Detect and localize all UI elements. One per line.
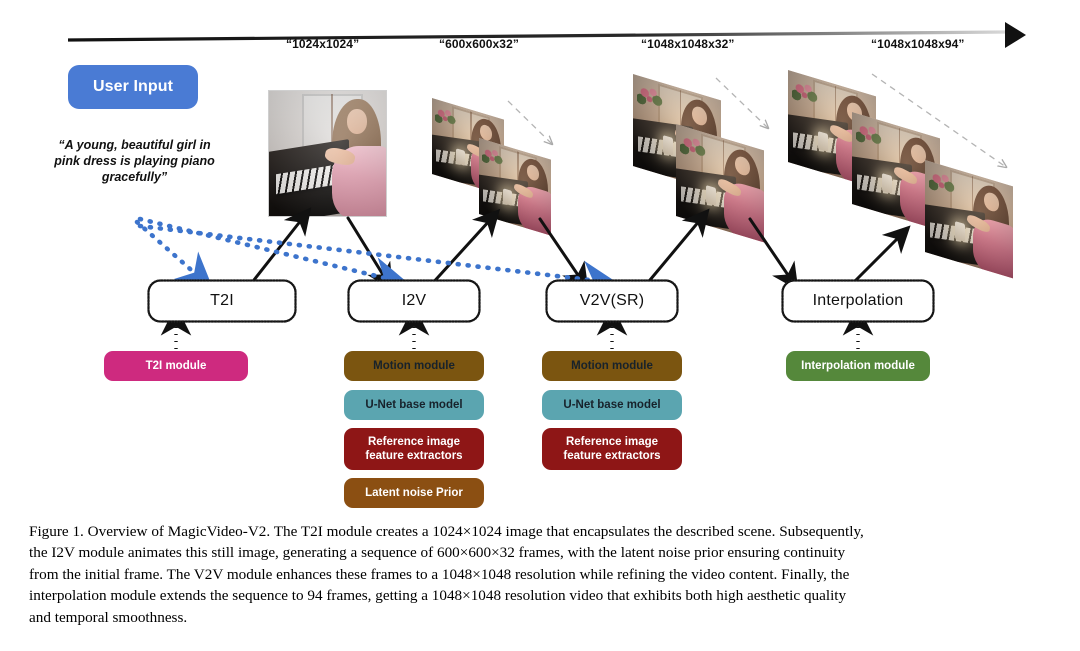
stage-label-interpolation: Interpolation [812, 292, 904, 309]
stage-label-v2v-sr: V2V(SR) [579, 292, 645, 309]
figure-caption: Figure 1. Overview of MagicVideo-V2. The… [29, 521, 1053, 628]
res-label-v2v: “1048x1048x32” [641, 37, 735, 51]
stage-box-interpolation[interactable]: Interpolation [781, 279, 935, 323]
res-label-interpolation: “1048x1048x94” [871, 37, 965, 51]
module-pill-v2v-unet[interactable]: U-Net base model [542, 390, 682, 420]
photo-scene [676, 124, 764, 243]
res-label-i2v: “600x600x32” [439, 37, 519, 51]
module-pill-i2v-unet[interactable]: U-Net base model [344, 390, 484, 420]
module-pill-v2v-reference[interactable]: Reference image feature extractors [542, 428, 682, 470]
image-t2i-output [268, 90, 387, 217]
photo-scene [925, 160, 1013, 279]
module-pill-label: Latent noise Prior [365, 487, 463, 499]
photo-scene [269, 91, 386, 216]
stage-label-t2i: T2I [210, 292, 234, 309]
module-pill-i2v-motion[interactable]: Motion module [344, 351, 484, 381]
module-connectors [160, 305, 874, 349]
module-pill-label: U-Net base model [563, 399, 661, 411]
caption-line: Figure 1. Overview of MagicVideo-V2. The… [29, 523, 864, 540]
figure-root: User Input “A young, beautiful girl in p… [0, 0, 1080, 651]
module-pill-t2i-module[interactable]: T2I module [104, 351, 248, 381]
user-input-button[interactable]: User Input [68, 65, 198, 109]
image-v2v-frame-2 [676, 124, 764, 243]
caption-line: the I2V module animates this still image… [29, 544, 846, 562]
stage-label-i2v: I2V [401, 292, 427, 309]
module-pill-label: T2I module [145, 360, 207, 372]
module-pill-i2v-latent-noise[interactable]: Latent noise Prior [344, 478, 484, 508]
image-interp-frame-3 [925, 160, 1013, 279]
image-i2v-frame-2 [479, 138, 551, 236]
module-pill-v2v-motion[interactable]: Motion module [542, 351, 682, 381]
module-pill-label: U-Net base model [365, 399, 463, 411]
stage-box-i2v[interactable]: I2V [347, 279, 481, 323]
stage-box-v2v-sr[interactable]: V2V(SR) [545, 279, 679, 323]
module-pill-label: Motion module [373, 360, 455, 372]
res-label-t2i: “1024x1024” [286, 37, 360, 51]
prompt-text: “A young, beautiful girl in pink dress i… [54, 138, 215, 184]
caption-line: and temporal smoothness. [29, 608, 188, 626]
user-input-label: User Input [92, 78, 174, 95]
caption-line: interpolation module extends the sequenc… [29, 587, 847, 605]
module-pill-label: Reference image feature extractors [563, 436, 661, 462]
module-pill-interpolation-module[interactable]: Interpolation module [786, 351, 930, 381]
module-pill-label: Motion module [571, 360, 653, 372]
module-pill-label: Reference image feature extractors [365, 436, 463, 462]
caption-line: from the initial frame. The V2V module e… [29, 565, 850, 583]
stage-box-t2i[interactable]: T2I [147, 279, 297, 323]
module-pill-label: Interpolation module [801, 360, 915, 372]
module-pill-i2v-reference[interactable]: Reference image feature extractors [344, 428, 484, 470]
photo-scene [479, 138, 551, 236]
